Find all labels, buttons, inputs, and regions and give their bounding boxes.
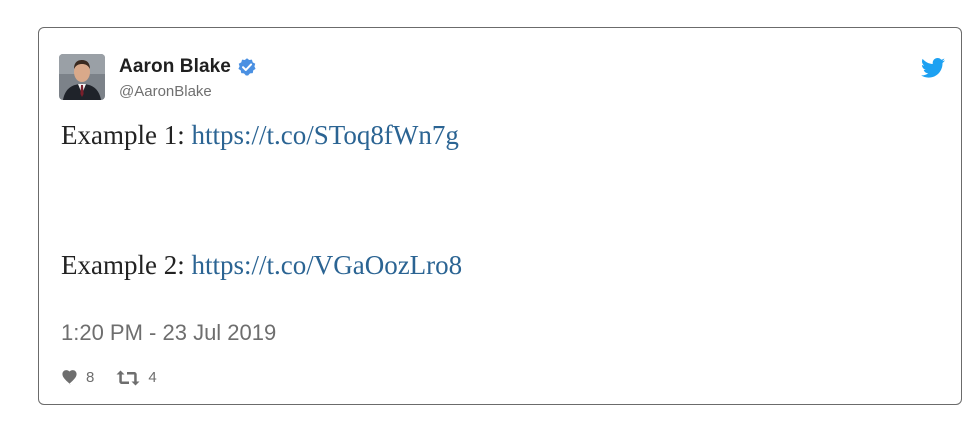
retweet-button[interactable]: 4 — [116, 369, 157, 386]
tweet-text-prefix: Example 1: — [61, 120, 192, 150]
retweet-icon — [116, 370, 140, 385]
tweet-text-prefix: Example 2: — [61, 250, 192, 280]
tweet-timestamp[interactable]: 1:20 PM - 23 Jul 2019 — [61, 320, 276, 346]
tweet-link-1[interactable]: https://t.co/SToq8fWn7g — [191, 120, 458, 150]
tweet-link-2[interactable]: https://t.co/VGaOozLro8 — [191, 250, 462, 280]
tweet-card: Aaron Blake @AaronBlake Example 1: https… — [38, 27, 962, 405]
heart-icon — [62, 370, 77, 385]
tweet-text-line-2: Example 2: https://t.co/VGaOozLro8 — [61, 250, 462, 281]
tweet-actions: 8 4 — [61, 369, 157, 386]
retweet-count: 4 — [148, 369, 157, 386]
author-name[interactable]: Aaron Blake — [119, 56, 231, 78]
like-button[interactable]: 8 — [61, 369, 94, 386]
verified-badge-icon — [238, 58, 256, 76]
tweet-text-line-1: Example 1: https://t.co/SToq8fWn7g — [61, 120, 459, 151]
author-handle[interactable]: @AaronBlake — [119, 83, 257, 100]
author-info: Aaron Blake @AaronBlake — [119, 55, 257, 100]
avatar[interactable] — [59, 54, 105, 100]
author-name-row: Aaron Blake — [119, 55, 257, 79]
twitter-bird-icon[interactable] — [921, 58, 945, 78]
like-count: 8 — [86, 369, 95, 386]
